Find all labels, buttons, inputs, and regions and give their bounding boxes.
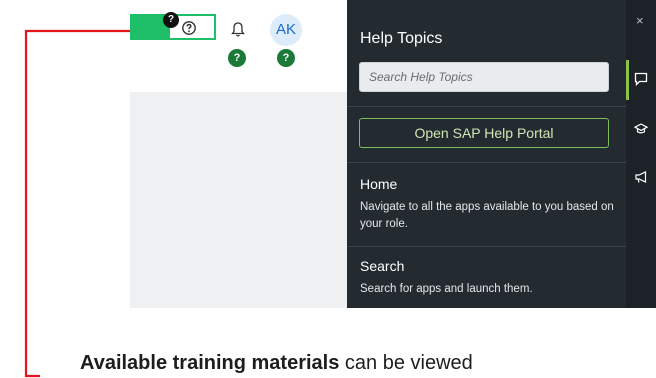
callout-connector: [24, 29, 130, 378]
annotation-caption: Available training materials can be view…: [80, 352, 656, 375]
caption-rest: can be viewed: [339, 352, 473, 374]
caption-bold: Available training materials: [80, 352, 340, 374]
